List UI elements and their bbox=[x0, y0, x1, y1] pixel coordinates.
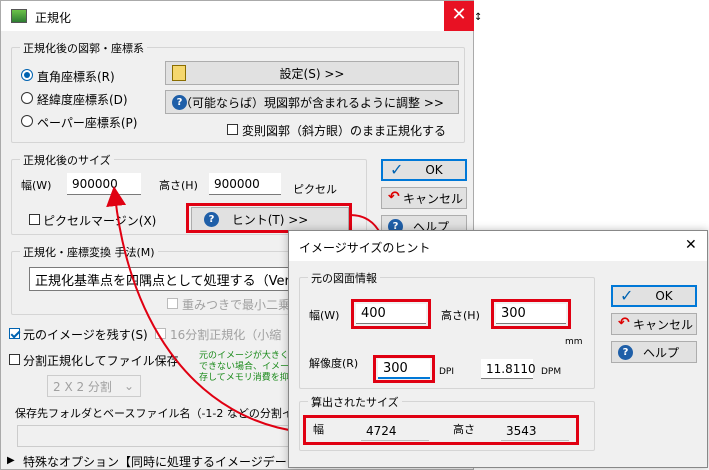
mm-unit: mm bbox=[565, 337, 583, 347]
hint-ok-button[interactable]: ✓ OK bbox=[611, 285, 697, 307]
resolution-input[interactable]: 300 bbox=[378, 359, 430, 379]
hint-title-bar: イメージサイズのヒント ✕ bbox=[289, 231, 707, 261]
undo-icon: ↶ bbox=[618, 315, 630, 331]
calc-height-label: 高さ bbox=[453, 423, 475, 436]
dpm-unit: DPM bbox=[541, 367, 562, 377]
hint-cancel-button[interactable]: ↶ キャンセル bbox=[611, 313, 697, 335]
calc-width-value: 4724 bbox=[361, 421, 429, 441]
hint-height-label: 高さ(H) bbox=[441, 309, 480, 322]
group-title: 元の図面情報 bbox=[308, 270, 380, 286]
hint-height-input[interactable]: 300 bbox=[496, 304, 566, 324]
hint-help-button[interactable]: ? ヘルプ bbox=[611, 341, 697, 363]
calc-width-label: 幅 bbox=[313, 423, 324, 436]
dpi-unit: DPI bbox=[439, 367, 455, 377]
hint-dialog: イメージサイズのヒント ✕ 元の図面情報 幅(W) 400 高さ(H) 300 … bbox=[288, 230, 708, 468]
group-title: 算出されたサイズ bbox=[308, 394, 402, 410]
hint-width-input[interactable]: 400 bbox=[356, 304, 426, 324]
hint-close-icon[interactable]: ✕ bbox=[685, 237, 697, 253]
hint-width-label: 幅(W) bbox=[309, 309, 340, 322]
resolution-label: 解像度(R) bbox=[309, 357, 359, 370]
arrow-calc-to-width bbox=[106, 186, 303, 433]
help-icon: ? bbox=[618, 345, 633, 360]
hint-window-title: イメージサイズのヒント bbox=[299, 241, 431, 255]
check-icon: ✓ bbox=[620, 286, 634, 305]
calc-height-value: 3543 bbox=[501, 421, 569, 441]
dpm-input[interactable]: 11.8110 bbox=[481, 359, 536, 379]
